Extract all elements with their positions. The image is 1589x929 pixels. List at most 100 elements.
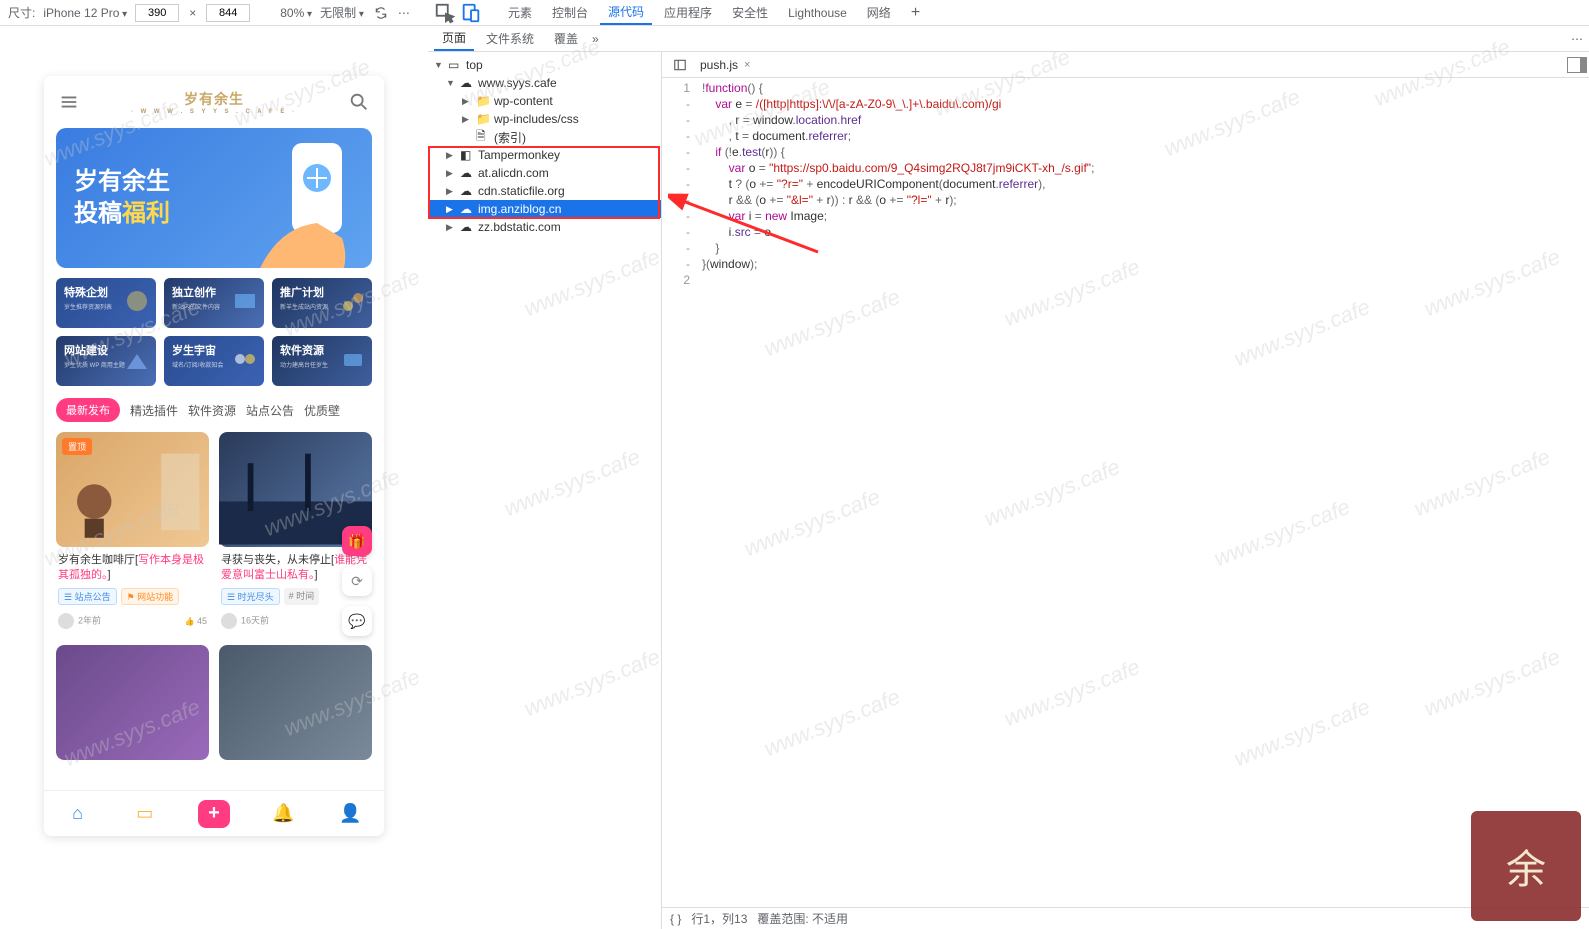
tag[interactable]: ☰ 站点公告 (58, 588, 117, 605)
refresh-button-icon[interactable]: ⟳ (342, 566, 372, 596)
tree-node[interactable]: ▶📁 wp-content (428, 92, 661, 110)
editor-tab[interactable]: push.js× (694, 54, 756, 76)
article-card[interactable]: 置顶 岁有余生咖啡厅[写作本身是极其孤独的。] ☰ 站点公告 ⚑ 网站功能 2年… (56, 432, 209, 635)
site-logo[interactable]: 岁有余生 · W W W . S Y Y S . C A F E · (131, 89, 297, 115)
subtab-kebab-icon[interactable]: ⋯ (1571, 32, 1583, 46)
status-bar: { } 行1，列13 覆盖范围: 不适用 (662, 907, 1589, 929)
tile-item[interactable]: 网站建设岁生优质 WP 商用主题 (56, 336, 156, 386)
rotate-icon[interactable] (372, 4, 390, 22)
tile-item[interactable]: 独立创作新站内的文件内容 (164, 278, 264, 328)
tile-item[interactable]: 特殊企划岁生推荐资源列表 (56, 278, 156, 328)
dock-icon[interactable] (1565, 53, 1589, 77)
more-icon[interactable]: ⋯ (398, 6, 410, 20)
tree-top[interactable]: ▼ ▭ top (428, 56, 661, 74)
sidebar-toggle-icon[interactable] (668, 53, 692, 77)
filter-tab[interactable]: 站点公告 (246, 402, 294, 419)
subtab-filesystem[interactable]: 文件系统 (478, 26, 542, 51)
search-icon[interactable] (348, 91, 370, 113)
nav-notify-icon[interactable]: 🔔 (269, 800, 297, 828)
tree-node[interactable]: 🗎 (索引) (428, 128, 661, 146)
tag[interactable]: ☰ 时光尽头 (221, 588, 280, 605)
tab-console[interactable]: 控制台 (544, 0, 596, 25)
mobile-preview[interactable]: 岁有余生 · W W W . S Y Y S . C A F E · 岁有余生 … (44, 76, 384, 836)
floating-actions: 🎁 ⟳ 💬 (342, 526, 372, 636)
throttle-selector[interactable]: 无限制 (320, 4, 364, 21)
subtab-page[interactable]: 页面 (434, 26, 474, 51)
pretty-print-icon[interactable]: { } (670, 912, 681, 926)
nav-home-icon[interactable]: ⌂ (64, 800, 92, 828)
filter-tab[interactable]: 软件资源 (188, 402, 236, 419)
editor-pane: push.js× 1-----------2 !function() { var… (662, 52, 1589, 929)
cloud-icon: ☁ (460, 202, 474, 216)
menu-icon[interactable] (58, 91, 80, 113)
nav-user-icon[interactable]: 👤 (336, 800, 364, 828)
tab-lighthouse[interactable]: Lighthouse (780, 0, 855, 25)
tree-node[interactable]: ▶☁ zz.bdstatic.com (428, 218, 661, 236)
code-content[interactable]: !function() { var e = /([http|https]:\/\… (696, 78, 1589, 907)
tile-item[interactable]: 岁生宇宙域名/订阅/收款知会 (164, 336, 264, 386)
sources-panel: 页面 文件系统 覆盖 » ⋯ ▼ ▭ top ▼☁ www.syy (428, 26, 1589, 929)
sources-subtabs: 页面 文件系统 覆盖 » ⋯ (428, 26, 1589, 52)
subtab-overrides[interactable]: 覆盖 (546, 26, 586, 51)
card-thumb: 置顶 (56, 432, 209, 547)
filter-tab[interactable]: 优质壁 (304, 402, 340, 419)
cursor-position: 行1，列13 (691, 910, 747, 927)
filter-tab[interactable]: 精选插件 (130, 402, 178, 419)
nav-create-icon[interactable]: + (198, 800, 230, 828)
toggle-device-icon[interactable] (460, 2, 482, 24)
bottom-nav: ⌂ ▭ + 🔔 👤 (44, 790, 384, 836)
tree-node[interactable]: ▶☁ cdn.staticfile.org (428, 182, 661, 200)
tree-node[interactable]: ▶☁ at.alicdn.com (428, 164, 661, 182)
tab-application[interactable]: 应用程序 (656, 0, 720, 25)
file-icon: 🗎 (476, 127, 490, 148)
tab-add-icon[interactable]: + (903, 0, 928, 25)
filter-tabs: 最新发布 精选插件 软件资源 站点公告 优质壁 (44, 392, 384, 428)
tab-elements[interactable]: 元素 (500, 0, 540, 25)
file-tree[interactable]: ▼ ▭ top ▼☁ www.syys.cafe ▶📁 wp-content ▶… (428, 52, 662, 929)
article-cards: 置顶 岁有余生咖啡厅[写作本身是极其孤独的。] ☰ 站点公告 ⚑ 网站功能 2年… (44, 428, 384, 764)
tree-node[interactable]: ▶◧ Tampermonkey (428, 146, 661, 164)
banner-illustration (222, 128, 372, 268)
cloud-icon: ☁ (460, 184, 474, 198)
category-tiles: 特殊企划岁生推荐资源列表 独立创作新站内的文件内容 推广计划新羊生成站内资源 网… (44, 268, 384, 392)
hero-banner[interactable]: 岁有余生 投稿福利 (56, 128, 372, 268)
close-icon[interactable]: × (744, 59, 750, 71)
viewport-height-input[interactable] (206, 4, 250, 22)
article-card[interactable] (56, 645, 209, 760)
cloud-icon: ☁ (460, 166, 474, 180)
article-card[interactable] (219, 645, 372, 760)
tag[interactable]: # 时间 (284, 588, 320, 605)
window-icon: ▭ (448, 58, 462, 72)
tile-item[interactable]: 软件资源动力建高台任岁生 (272, 336, 372, 386)
code-editor[interactable]: 1-----------2 !function() { var e = /([h… (662, 78, 1589, 907)
tab-network[interactable]: 网络 (859, 0, 899, 25)
card-tags: ☰ 站点公告 ⚑ 网站功能 (56, 586, 209, 607)
tree-node[interactable]: ▶📁 wp-includes/css (428, 110, 661, 128)
tile-item[interactable]: 推广计划新羊生成站内资源 (272, 278, 372, 328)
tree-node[interactable]: ▼☁ www.syys.cafe (428, 74, 661, 92)
extension-icon: ◧ (460, 148, 474, 162)
avatar (221, 613, 237, 629)
editor-tabs: push.js× (662, 52, 1589, 78)
device-selector[interactable]: iPhone 12 Pro (43, 6, 127, 20)
sticky-badge: 置顶 (62, 438, 92, 455)
filter-chip-active[interactable]: 最新发布 (56, 398, 120, 422)
gift-button-icon[interactable]: 🎁 (342, 526, 372, 556)
cloud-icon: ☁ (460, 220, 474, 234)
subtab-more-icon[interactable]: » (592, 32, 599, 46)
zoom-selector[interactable]: 80% (280, 6, 312, 20)
line-gutter: 1-----------2 (662, 78, 696, 907)
card-thumb (219, 645, 372, 760)
dimension-separator: × (187, 6, 198, 20)
nav-messages-icon[interactable]: ▭ (131, 800, 159, 828)
tab-security[interactable]: 安全性 (724, 0, 776, 25)
tab-sources[interactable]: 源代码 (600, 0, 652, 25)
coverage-status: 覆盖范围: 不适用 (757, 910, 848, 927)
tree-node-selected[interactable]: ▶☁ img.anziblog.cn (428, 200, 661, 218)
chat-button-icon[interactable]: 💬 (342, 606, 372, 636)
avatar (58, 613, 74, 629)
size-label: 尺寸: (8, 4, 35, 21)
inspect-element-icon[interactable] (434, 2, 456, 24)
tag[interactable]: ⚑ 网站功能 (121, 588, 180, 605)
viewport-width-input[interactable] (135, 4, 179, 22)
